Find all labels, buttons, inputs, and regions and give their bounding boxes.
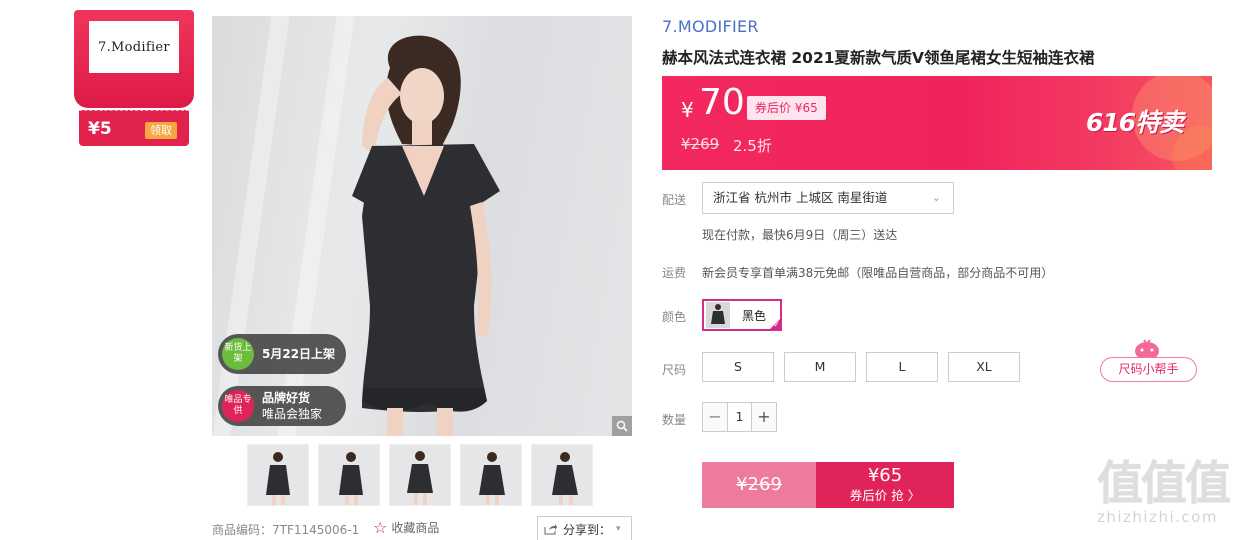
brand-logo-text: 7.Modifier xyxy=(98,39,170,55)
color-swatch-image xyxy=(706,302,730,328)
delivery-eta: 现在付款，最快6月9日（周三）送达 xyxy=(702,228,898,242)
sku-code: 商品编码：7TF1145006-1 xyxy=(212,523,360,537)
new-arrival-badge: 新货上架 5月22日上架 xyxy=(218,334,346,374)
magnifier-icon[interactable] xyxy=(612,416,632,436)
main-product-image[interactable]: 新货上架 5月22日上架 唯品专供 品牌好货 唯品会独家 xyxy=(212,16,632,436)
sale-event-logo: 616特卖 xyxy=(1086,108,1184,137)
sale-price: 70 xyxy=(699,82,745,123)
size-helper-button[interactable]: 尺码小帮手 xyxy=(1100,357,1197,382)
address-select[interactable]: 浙江省 杭州市 上城区 南星街道 ⌄ xyxy=(702,182,954,214)
watermark: 值值值 zhizhizhi.com xyxy=(1097,458,1242,526)
thumbnail-3[interactable] xyxy=(389,444,451,506)
thumbnail-2[interactable] xyxy=(318,444,380,506)
watermark-domain: zhizhizhi.com xyxy=(1097,508,1218,526)
exclusive-icon: 唯品专供 xyxy=(222,390,254,422)
after-coupon-tag: 券后价 ¥65 xyxy=(747,96,826,120)
minus-button[interactable]: − xyxy=(703,403,727,431)
original-price-button[interactable]: ¥269 xyxy=(702,462,816,508)
buy-action-label: 券后价 抢 〉 xyxy=(849,488,921,503)
size-option-m[interactable]: M xyxy=(784,352,856,382)
address-value: 浙江省 杭州市 上城区 南星街道 xyxy=(713,190,888,205)
new-arrival-date: 5月22日上架 xyxy=(262,347,336,361)
buy-now-button[interactable]: ¥65 券后价 抢 〉 xyxy=(816,462,954,508)
size-option-s[interactable]: S xyxy=(702,352,774,382)
original-price: ¥269 xyxy=(681,135,720,153)
freight-label: 运费 xyxy=(662,266,687,280)
buy-price: ¥65 xyxy=(867,465,903,486)
discount-rate: 2.5折 xyxy=(733,137,772,155)
thumbnail-4[interactable] xyxy=(460,444,522,506)
brand-logo: 7.Modifier xyxy=(89,21,179,73)
color-name: 黑色 xyxy=(742,308,767,323)
exclusive-subtitle: 唯品会独家 xyxy=(262,407,323,421)
thumbnail-5[interactable] xyxy=(531,444,593,506)
share-label: 分享到： xyxy=(563,522,612,537)
chevron-down-icon: ⌄ xyxy=(931,191,941,204)
quantity-stepper: − 1 + xyxy=(702,402,777,432)
share-icon xyxy=(544,524,557,535)
watermark-chars: 值值值 xyxy=(1097,456,1231,510)
thumbnail-strip xyxy=(247,444,593,506)
exclusive-title: 品牌好货 xyxy=(262,391,311,405)
share-dropdown-icon: ▾ xyxy=(616,524,621,534)
freight-info: 新会员专享首单满38元免邮（限唯品自营商品，部分商品不可用） xyxy=(702,266,1054,280)
brand-name-link[interactable]: 7.MODIFIER xyxy=(662,17,759,36)
favorite-label: 收藏商品 xyxy=(391,521,440,535)
thumbnail-1[interactable] xyxy=(247,444,309,506)
quantity-label: 数量 xyxy=(662,413,687,427)
size-label: 尺码 xyxy=(662,363,687,377)
new-arrival-icon: 新货上架 xyxy=(222,338,254,370)
claim-coupon-button[interactable]: 领取 xyxy=(145,122,177,139)
exclusive-text: 品牌好货 唯品会独家 xyxy=(262,390,322,422)
color-option-black[interactable]: 黑色 ✓ xyxy=(702,299,782,331)
star-icon: ☆ xyxy=(373,517,388,537)
coupon-strip: ¥5 领取 xyxy=(79,110,189,146)
coupon-amount: ¥5 xyxy=(88,119,112,139)
product-title: 赫本风法式连衣裙 2021夏新款气质V领鱼尾裙女生短袖连衣裙 xyxy=(662,49,1095,67)
size-option-l[interactable]: L xyxy=(866,352,938,382)
brand-coupon-card[interactable]: 7.Modifier xyxy=(74,10,194,108)
share-button[interactable]: 分享到： ▾ xyxy=(537,516,632,540)
color-label: 颜色 xyxy=(662,310,687,324)
favorite-button[interactable]: ☆ 收藏商品 xyxy=(373,519,439,536)
plus-button[interactable]: + xyxy=(752,403,776,431)
price-banner: ¥ 70 券后价 ¥65 ¥269 2.5折 616特卖 xyxy=(662,76,1212,170)
checkmark-icon: ✓ xyxy=(773,320,780,329)
size-option-xl[interactable]: XL xyxy=(948,352,1020,382)
delivery-label: 配送 xyxy=(662,193,687,207)
exclusive-badge: 唯品专供 品牌好货 唯品会独家 xyxy=(218,386,346,426)
price-currency: ¥ xyxy=(681,98,694,122)
quantity-input[interactable]: 1 xyxy=(727,403,752,431)
